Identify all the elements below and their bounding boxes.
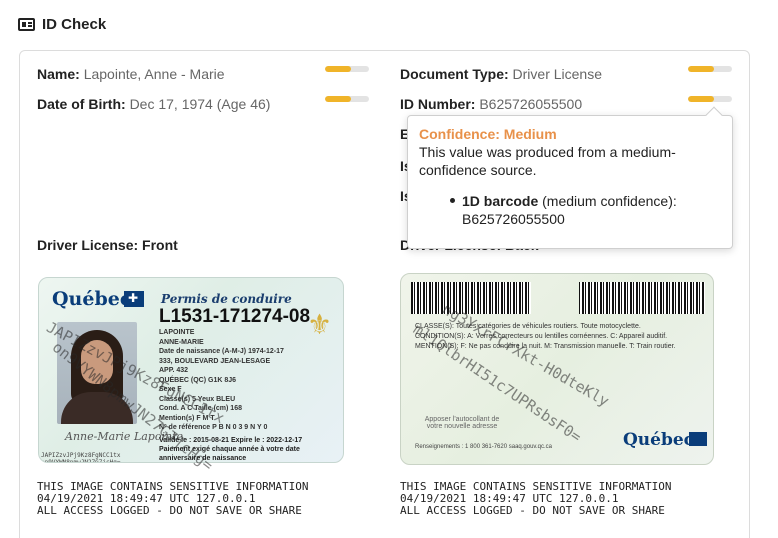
dob-label: Date of Birth:	[37, 96, 126, 112]
dob-confidence-meter[interactable]	[325, 96, 369, 102]
name-field: Name: Lapointe, Anne - Marie	[37, 66, 225, 82]
document-type-value: Driver License	[512, 66, 603, 82]
tooltip-title: Confidence: Medium	[419, 126, 557, 142]
province-name: Québec	[52, 288, 132, 310]
name-label: Name:	[37, 66, 80, 82]
id-card-icon	[18, 17, 35, 31]
bullet-icon	[450, 198, 455, 203]
address-sticker-area: Apposer l'autocollant de votre nouvelle …	[424, 416, 500, 430]
license-back-info: Renseignements : 1 800 361-7620 saaq.gou…	[415, 444, 552, 450]
document-type-confidence-fill	[688, 66, 715, 72]
dob-confidence-fill	[325, 96, 352, 102]
dob-value: Dec 17, 1974 (Age 46)	[129, 96, 271, 112]
tooltip-source-item: 1D barcode (medium confidence): B6257260…	[462, 192, 722, 228]
license-tiny-code: JAPIZzvJPj9Kz8FgNCC1tx on9VYWN8pmwJN27G7…	[41, 452, 121, 463]
license-number: L1531-171274-08	[159, 306, 311, 327]
fleur-de-lis-icon: ⚜	[307, 309, 333, 340]
name-confidence-meter[interactable]	[325, 66, 369, 72]
confidence-tooltip: Confidence: Medium This value was produc…	[407, 106, 733, 249]
page-header: ID Check	[18, 14, 106, 34]
name-confidence-fill	[325, 66, 352, 72]
front-sensitive-warning: THIS IMAGE CONTAINS SENSITIVE INFORMATIO…	[37, 480, 309, 517]
dob-field: Date of Birth: Dec 17, 1974 (Age 46)	[37, 96, 270, 112]
front-section-title: Driver License: Front	[37, 237, 178, 253]
quebec-flag-icon	[124, 291, 144, 307]
name-value: Lapointe, Anne - Marie	[83, 66, 225, 82]
id-number-confidence-fill	[688, 96, 715, 102]
tooltip-source-name: 1D barcode	[462, 193, 539, 209]
page-title: ID Check	[42, 15, 107, 33]
id-number-value: B625726055500	[479, 96, 583, 112]
barcode-2d-icon	[411, 282, 531, 314]
back-quebec-flag-icon	[689, 432, 707, 446]
back-sensitive-warning: THIS IMAGE CONTAINS SENSITIVE INFORMATIO…	[400, 480, 672, 517]
id-number-field: ID Number: B625726055500	[400, 96, 582, 112]
document-type-label: Document Type:	[400, 66, 509, 82]
document-type-confidence-meter[interactable]	[688, 66, 732, 72]
license-heading: Permis de conduire	[161, 292, 292, 306]
barcode-1d-icon	[579, 282, 705, 314]
id-number-confidence-meter[interactable]	[688, 96, 732, 102]
back-province-name: Québec	[623, 430, 695, 450]
tooltip-description: This value was produced from a medium-co…	[419, 144, 676, 178]
id-number-label: ID Number:	[400, 96, 476, 112]
document-type-field: Document Type: Driver License	[400, 66, 602, 82]
